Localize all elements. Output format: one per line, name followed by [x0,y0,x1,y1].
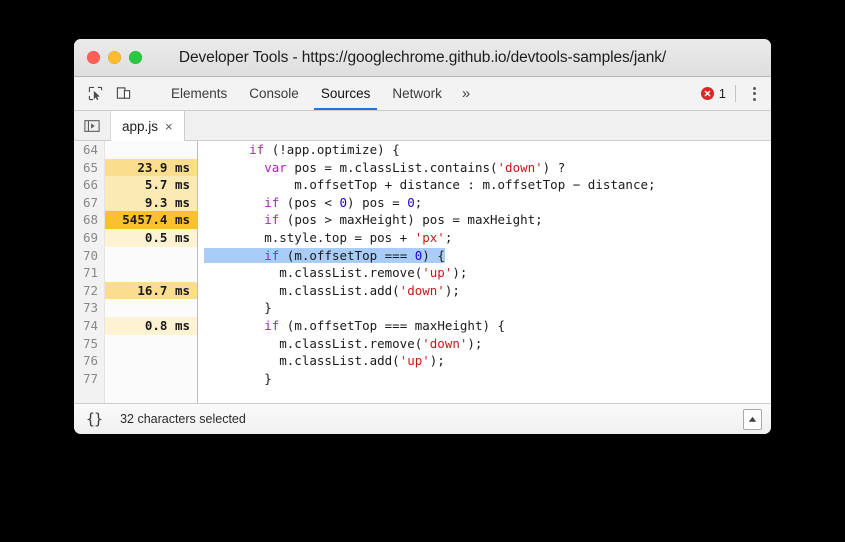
code-line[interactable]: m.offsetTop + distance : m.offsetTop − d… [204,176,771,194]
minimize-button[interactable] [108,51,121,64]
toolbar-divider-right [735,85,736,102]
line-timing: 0.5 ms [105,228,197,247]
line-timing: 16.7 ms [105,281,197,300]
line-number: 65 [82,159,98,175]
device-toolbar-icon[interactable] [112,83,134,105]
file-tab-app-js[interactable]: app.js × [111,111,185,141]
code-content[interactable]: if (!app.optimize) { var pos = m.classLi… [198,141,771,403]
line-timing: 5.7 ms [105,176,197,194]
toolbar-right-group: 1 [700,77,771,110]
line-timing [105,299,197,317]
code-line[interactable]: if (pos > maxHeight) pos = maxHeight; [204,211,771,229]
line-timing: 0.8 ms [105,316,197,335]
code-line[interactable]: m.classList.add('down'); [204,282,771,300]
line-number: 77 [82,370,98,386]
file-tab-label: app.js [122,118,159,134]
line-timing [105,352,197,370]
toolbar-icon-group [74,77,152,110]
line-number: 75 [82,335,98,351]
line-number: 71 [82,265,98,281]
line-timing [105,247,197,265]
code-line[interactable]: if (m.offsetTop === 0) { [204,247,771,265]
line-number: 64 [82,142,98,157]
window-titlebar: Developer Tools - https://googlechrome.g… [74,39,771,77]
show-navigator-icon[interactable] [74,111,111,140]
error-badge[interactable]: 1 [700,86,726,101]
code-line[interactable]: if (!app.optimize) { [204,141,771,159]
code-line[interactable]: var pos = m.classList.contains('down') ? [204,159,771,177]
line-number: 66 [82,177,98,193]
line-timing [105,264,197,282]
line-number: 73 [82,300,98,316]
line-timing [105,370,197,388]
maximize-button[interactable] [129,51,142,64]
line-timing: 23.9 ms [105,158,197,177]
code-line[interactable]: if (m.offsetTop === maxHeight) { [204,317,771,335]
line-timing: 9.3 ms [105,193,197,212]
timing-gutter: 23.9 ms 5.7 ms 9.3 ms 5457.4 ms 0.5 ms 16.7 m… [105,141,198,403]
code-line[interactable]: m.classList.remove('down'); [204,335,771,353]
selection-status-text: 32 characters selected [120,412,246,426]
error-circle-icon [700,87,714,100]
line-timing [105,335,197,353]
code-line[interactable]: } [204,370,771,388]
close-icon[interactable]: × [165,120,173,133]
line-number: 76 [82,353,98,369]
more-options-icon[interactable] [745,84,763,104]
file-tabstrip: app.js × [74,111,771,141]
panel-tabs: Elements Console Sources Network » [152,77,479,110]
code-line[interactable]: m.classList.remove('up'); [204,264,771,282]
more-panels-icon[interactable]: » [453,77,479,110]
tab-sources[interactable]: Sources [310,77,382,110]
line-timing: 5457.4 ms [105,211,197,229]
code-line[interactable]: } [204,299,771,317]
scroll-to-top-icon[interactable] [743,408,762,430]
pretty-print-icon[interactable]: {} [86,410,103,428]
tab-network[interactable]: Network [381,77,453,110]
inspect-element-icon[interactable] [84,83,106,105]
source-editor[interactable]: 64 65 66 67 68 69 70 71 72 73 74 75 76 77 23.9 ms 5.7 … [74,141,771,403]
close-button[interactable] [87,51,100,64]
code-line[interactable]: m.classList.add('up'); [204,352,771,370]
error-count: 1 [718,86,726,101]
devtools-toolbar: Elements Console Sources Network » 1 [74,77,771,111]
line-number: 72 [82,282,98,298]
tab-console[interactable]: Console [238,77,310,110]
code-line[interactable]: m.style.top = pos + 'px'; [204,229,771,247]
line-number: 68 [82,212,98,228]
line-number: 69 [82,229,98,245]
window-title: Developer Tools - https://googlechrome.g… [178,48,667,66]
line-number: 67 [82,194,98,210]
devtools-window: Developer Tools - https://googlechrome.g… [74,39,771,434]
traffic-lights [74,51,142,64]
line-number: 74 [82,317,98,333]
line-timing [105,141,197,159]
tab-elements[interactable]: Elements [160,77,238,110]
editor-statusbar: {} 32 characters selected [74,403,771,434]
line-number: 70 [82,247,98,263]
code-line[interactable]: if (pos < 0) pos = 0; [204,194,771,212]
line-number-gutter: 64 65 66 67 68 69 70 71 72 73 74 75 76 77 [74,141,105,403]
